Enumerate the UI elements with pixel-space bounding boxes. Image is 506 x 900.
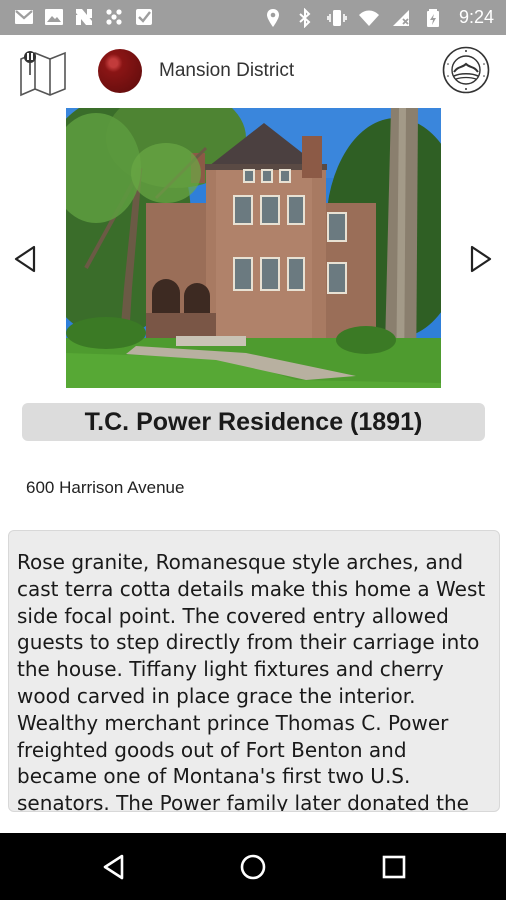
district-name: Mansion District xyxy=(159,60,295,81)
status-bar: 9:24 xyxy=(0,0,506,35)
gmail-icon xyxy=(15,10,33,24)
location-icon xyxy=(266,8,279,27)
wifi-icon xyxy=(358,10,379,26)
site-address: 600 Harrison Avenue xyxy=(26,478,185,497)
photos-icon xyxy=(45,9,63,25)
district-color-dot xyxy=(98,49,142,93)
notification-icons xyxy=(14,7,154,27)
next-arrow-icon[interactable] xyxy=(468,244,494,274)
site-photo xyxy=(66,108,441,388)
site-title-bar: T.C. Power Residence (1891) xyxy=(22,403,485,441)
site-title: T.C. Power Residence (1891) xyxy=(84,407,423,436)
app-header: Mansion District xyxy=(0,35,506,105)
back-icon[interactable] xyxy=(100,853,128,881)
previous-arrow-icon[interactable] xyxy=(12,244,38,274)
battery-icon xyxy=(426,8,439,27)
site-description: Rose granite, Romanesque style arches, a… xyxy=(17,550,486,812)
description-panel[interactable]: Rose granite, Romanesque style arches, a… xyxy=(8,530,500,812)
dots-icon xyxy=(106,9,122,25)
news-icon xyxy=(76,9,92,25)
map-icon[interactable] xyxy=(18,47,68,97)
system-icons: 9:24 xyxy=(263,7,494,28)
home-icon[interactable] xyxy=(239,853,267,881)
helena-seal-icon[interactable] xyxy=(442,46,490,94)
navigation-bar xyxy=(0,833,506,900)
bluetooth-icon xyxy=(299,7,311,28)
clock: 9:24 xyxy=(458,7,494,27)
vibrate-icon xyxy=(327,9,347,26)
recents-icon[interactable] xyxy=(380,853,408,881)
no-signal-icon xyxy=(392,9,409,26)
checklist-icon xyxy=(136,9,152,25)
